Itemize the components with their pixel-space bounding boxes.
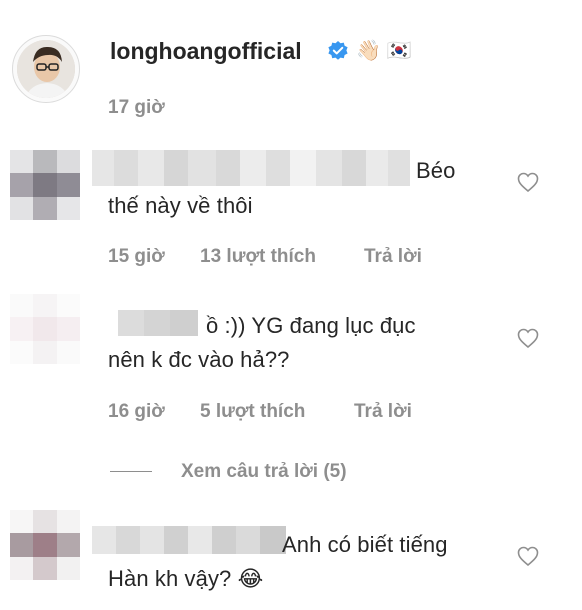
verified-badge-icon	[327, 40, 349, 62]
commenter-avatar[interactable]	[10, 150, 80, 220]
comment-text-continued: nên k đc vào hả??	[108, 347, 290, 372]
commenter-avatar[interactable]	[10, 294, 80, 364]
comment-text: ồ :)) YG đang lục đục	[206, 313, 416, 338]
comment-text-continued: Hàn kh vậy? 😂	[108, 566, 264, 591]
reply-button[interactable]: Trả lời	[354, 401, 412, 423]
comment-text: Béo	[416, 158, 456, 183]
avatar-photo	[17, 40, 75, 98]
commenter-username-blurred[interactable]	[92, 526, 286, 554]
comment-likes[interactable]: 5 lượt thích	[200, 401, 305, 423]
commenter-username-blurred[interactable]	[92, 150, 410, 186]
view-replies-button[interactable]: Xem câu trả lời (5)	[181, 461, 347, 483]
like-heart-icon[interactable]	[516, 170, 540, 194]
comment-text-continued: thế này về thôi	[108, 193, 253, 218]
comment-text: Anh có biết tiếng	[282, 532, 448, 557]
comment-time[interactable]: 15 giờ	[108, 246, 165, 268]
like-heart-icon[interactable]	[516, 326, 540, 350]
commenter-avatar[interactable]	[10, 510, 80, 580]
replies-divider-line	[110, 471, 152, 472]
author-username[interactable]: longhoangofficial	[110, 38, 302, 65]
post-time[interactable]: 17 giờ	[108, 97, 165, 119]
commenter-username-blurred[interactable]	[118, 310, 198, 336]
author-avatar[interactable]	[12, 35, 80, 103]
comment-time[interactable]: 16 giờ	[108, 401, 165, 423]
comment-likes[interactable]: 13 lượt thích	[200, 246, 316, 268]
like-heart-icon[interactable]	[516, 544, 540, 568]
header-emoji: 👋🏻 🇰🇷	[356, 40, 412, 62]
reply-button[interactable]: Trả lời	[364, 246, 422, 268]
